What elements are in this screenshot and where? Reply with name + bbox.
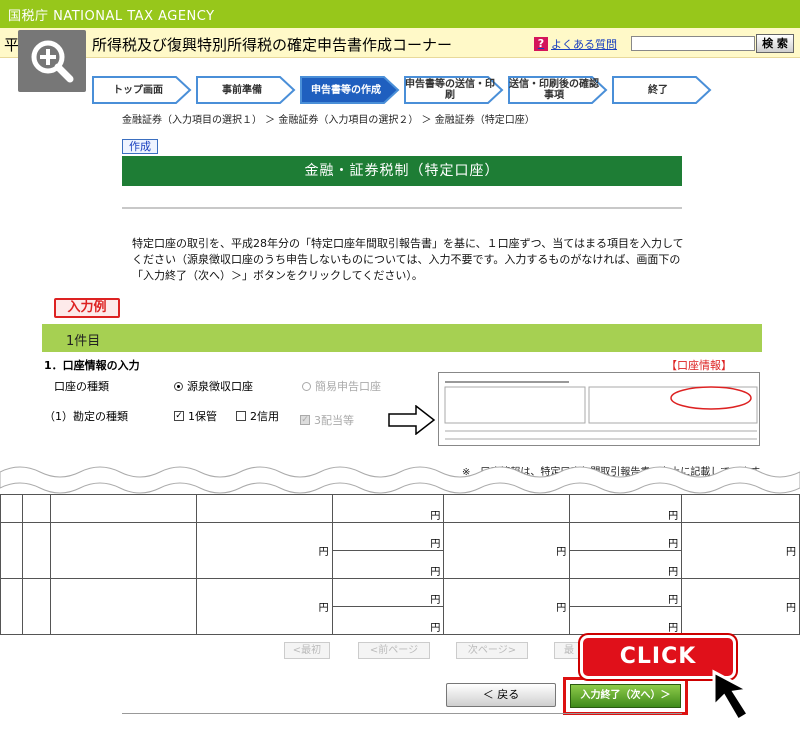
radio-label: 簡易申告口座: [315, 380, 381, 393]
step-label: トップ画面: [113, 84, 163, 96]
yen-unit: 円: [331, 550, 445, 579]
yen-unit: 円: [331, 606, 445, 635]
step-label: 申告書等の送信・印刷: [405, 79, 495, 101]
yen-unit: 円: [569, 578, 683, 607]
next-button-highlight: 入力終了（次へ）＞: [563, 677, 688, 715]
account-info-tag: 【口座情報】: [666, 359, 732, 372]
transaction-table: 円 円 円 円 円 円 円 円 円 円 円 円 円 円 円 円: [0, 494, 800, 635]
report-document-thumbnail: [438, 372, 760, 446]
yen-unit: 円: [331, 522, 445, 551]
radio-selected-icon: [174, 381, 183, 391]
finish-input-next-button[interactable]: 入力終了（次へ）＞: [570, 684, 681, 708]
yen-unit: 円: [331, 578, 445, 607]
step-label: 事前準備: [222, 84, 262, 96]
pager-first-button: <最初: [284, 642, 330, 659]
agency-name: 国税庁 NATIONAL TAX AGENCY: [8, 9, 215, 24]
pager-next-button: 次ページ>: [456, 642, 528, 659]
faq-label: よくある質問: [551, 38, 617, 51]
checkbox-checked-icon: ✓: [300, 415, 310, 425]
table-row: 円 円: [0, 494, 800, 523]
zoom-in-icon[interactable]: [18, 30, 86, 92]
checkbox-label: 1保管: [188, 410, 217, 423]
table-row: 円 円 円 円 円: [0, 578, 800, 635]
breadcrumb: 金融証券（入力項目の選択１） ＞ 金融証券（入力項目の選択２） ＞ 金融証券（特…: [122, 115, 535, 126]
yen-unit: 円: [569, 494, 683, 523]
yen-unit: 円: [681, 578, 800, 635]
radio-simple-account: 簡易申告口座: [302, 378, 381, 394]
section-heading: 1．口座情報の入力: [44, 359, 140, 372]
faq-link[interactable]: ? よくある質問: [534, 36, 617, 52]
title-era-char: 平: [4, 36, 20, 54]
record-header-bar: 1件目: [42, 324, 762, 352]
search-button[interactable]: 検 索: [756, 34, 794, 53]
checkbox-custody[interactable]: ✓ 1保管: [174, 408, 217, 424]
divider: [122, 207, 682, 209]
yen-unit: 円: [443, 578, 571, 635]
radio-label: 源泉徴収口座: [187, 380, 253, 393]
mode-badge: 作成: [122, 139, 158, 154]
checkbox-label: 3配当等: [314, 414, 354, 427]
yen-unit: 円: [331, 494, 445, 523]
pointer-cursor-icon: [712, 669, 753, 723]
account-type-label: 口座の種類: [54, 380, 109, 393]
right-arrow-icon: [388, 405, 436, 435]
pager-prev-button: <前ページ: [358, 642, 430, 659]
yen-unit: 円: [569, 606, 683, 635]
yen-unit: 円: [443, 522, 571, 579]
yen-unit: 円: [681, 522, 800, 579]
checkbox-label: 2信用: [250, 410, 279, 423]
checkbox-checked-icon: ✓: [174, 411, 184, 421]
step-label: 終了: [648, 84, 668, 96]
account-kind-label: （1）勘定の種類: [44, 410, 128, 423]
page-corner-title: 所得税及び復興特別所得税の確定申告書作成コーナー: [92, 36, 453, 54]
instructions-text: 特定口座の取引を、平成28年分の「特定口座年間取引報告書」を基に、１口座ずつ、当…: [132, 237, 684, 282]
radio-icon: [302, 381, 311, 391]
question-icon: ?: [534, 37, 548, 51]
input-example-button[interactable]: 入力例: [54, 298, 120, 318]
yen-unit: 円: [569, 522, 683, 551]
step-label: 申告書等の作成: [311, 84, 381, 96]
yen-unit: 円: [195, 522, 333, 579]
record-count-label: 1件目: [66, 334, 101, 349]
yen-unit: 円: [195, 578, 333, 635]
divider: [122, 713, 682, 714]
radio-withholding-account[interactable]: 源泉徴収口座: [174, 378, 253, 394]
back-button[interactable]: ＜ 戻る: [446, 683, 556, 707]
yen-unit: 円: [569, 550, 683, 579]
agency-header-bar: 国税庁 NATIONAL TAX AGENCY: [0, 0, 800, 28]
checkbox-credit[interactable]: 2信用: [236, 408, 279, 424]
step-label: 送信・印刷後の確認事項: [509, 79, 599, 101]
table-row: 円 円 円 円 円: [0, 522, 800, 579]
checkbox-icon: [236, 411, 246, 421]
checkbox-dividend: ✓ 3配当等: [300, 412, 354, 428]
search-input[interactable]: [631, 36, 755, 51]
page-title: 金融・証券税制（特定口座）: [122, 156, 682, 186]
